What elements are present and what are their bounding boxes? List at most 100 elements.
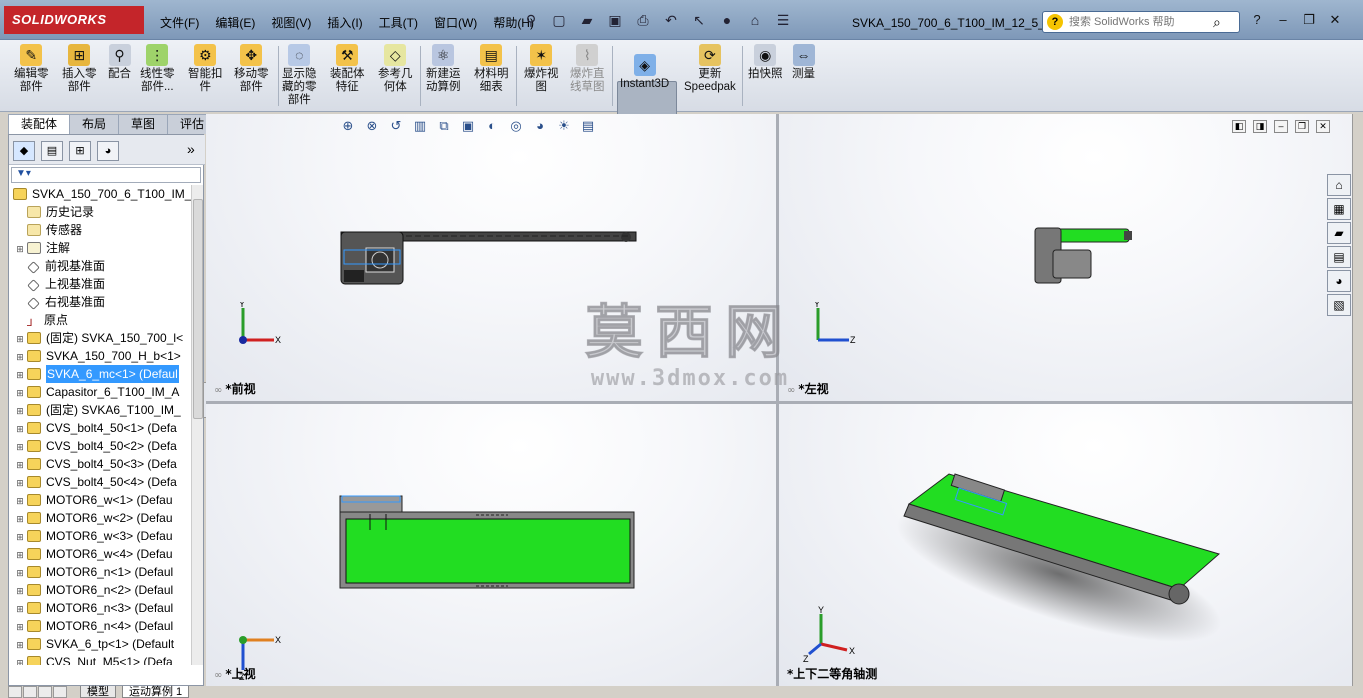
- tree-item[interactable]: ⊞ SVKA_6_mc<1> (Defaul: [9, 365, 191, 383]
- tree-item[interactable]: ⊞ MOTOR6_n<2> (Defaul: [9, 581, 191, 599]
- viewport-close-icon[interactable]: ✕: [1316, 120, 1330, 133]
- tree-item[interactable]: ⊞ MOTOR6_w<1> (Defau: [9, 491, 191, 509]
- view-settings-icon[interactable]: ▤: [580, 118, 596, 134]
- options-icon[interactable]: ☰: [772, 10, 794, 30]
- minimize-icon[interactable]: –: [1274, 12, 1292, 28]
- help-search-box[interactable]: ? ⌕: [1042, 11, 1240, 33]
- help-dropdown-icon[interactable]: ?: [1248, 12, 1266, 28]
- file-explorer-icon[interactable]: ▰: [1327, 222, 1351, 244]
- viewport-restore-icon[interactable]: ❐: [1295, 120, 1309, 133]
- prev-tab-icon[interactable]: [23, 686, 37, 698]
- cm-tab-2[interactable]: 草图: [118, 114, 169, 134]
- tree-item[interactable]: ⊞ MOTOR6_n<3> (Defaul: [9, 599, 191, 617]
- menu-edit[interactable]: 编辑(E): [207, 12, 263, 33]
- expand-icon[interactable]: ⊞: [15, 510, 25, 528]
- tree-item[interactable]: ⅃ 原点: [9, 311, 191, 329]
- search-input[interactable]: [1069, 16, 1209, 28]
- tree-item[interactable]: ⊞ CVS_bolt4_50<4> (Defa: [9, 473, 191, 491]
- file-properties-icon[interactable]: ⌂: [744, 10, 766, 30]
- tree-item[interactable]: ⊞ 注解: [9, 239, 191, 257]
- viewport-next-icon[interactable]: ◨: [1253, 120, 1267, 133]
- tree-filter[interactable]: ▼▾: [11, 167, 201, 183]
- cmd-button-2[interactable]: ⚲ 配合: [108, 44, 131, 81]
- view-orientation-icon[interactable]: ▣: [460, 118, 476, 134]
- viewport-minimize-icon[interactable]: –: [1274, 120, 1288, 133]
- viewport-front[interactable]: ∞ *前视 Y X: [206, 114, 776, 401]
- cm-tab-0[interactable]: 装配体: [8, 114, 71, 134]
- tree-item[interactable]: ⊞ Capasitor_6_T100_IM_A: [9, 383, 191, 401]
- new-document-icon[interactable]: ▢: [548, 10, 570, 30]
- undo-icon[interactable]: ↶: [660, 10, 682, 30]
- tree-item[interactable]: ⊞ MOTOR6_w<3> (Defau: [9, 527, 191, 545]
- previous-view-icon[interactable]: ↺: [388, 118, 404, 134]
- search-icon[interactable]: ⌕: [1213, 14, 1221, 31]
- expand-icon[interactable]: ⊞: [15, 564, 25, 582]
- tree-item[interactable]: 传感器: [9, 221, 191, 239]
- expand-icon[interactable]: ⊞: [15, 474, 25, 492]
- tree-item[interactable]: ⊞ MOTOR6_w<2> (Defau: [9, 509, 191, 527]
- tree-item[interactable]: ⊞ MOTOR6_n<4> (Defaul: [9, 617, 191, 635]
- expand-icon[interactable]: ⊞: [15, 654, 25, 665]
- cmd-button-8[interactable]: ◇ 参考几 何体: [378, 44, 413, 94]
- solidworks-logo[interactable]: SOLIDWORKS: [4, 6, 144, 34]
- tab-model[interactable]: 模型: [80, 686, 116, 698]
- cmd-button-4[interactable]: ⚙ 智能扣 件: [188, 44, 223, 94]
- tab-motion-study[interactable]: 运动算例 1: [122, 686, 190, 698]
- expand-icon[interactable]: ⊞: [15, 384, 25, 402]
- feature-manager-tab-icon[interactable]: ◆: [13, 141, 35, 161]
- cmd-button-5[interactable]: ✥ 移动零 部件: [234, 44, 269, 94]
- dynamic-annotation-icon[interactable]: ⧉: [436, 118, 452, 134]
- tree-item[interactable]: ⊞ SVKA_6_tp<1> (Default: [9, 635, 191, 653]
- cmd-button-10[interactable]: ▤ 材料明 细表: [474, 44, 509, 94]
- pin-icon[interactable]: ⚲: [520, 10, 542, 30]
- cmd-button-12[interactable]: ⌇ 爆炸直 线草图: [570, 44, 605, 94]
- cmd-button-11[interactable]: ✶ 爆炸视 图: [524, 44, 559, 94]
- last-tab-icon[interactable]: [53, 686, 67, 698]
- menu-insert[interactable]: 插入(I): [319, 12, 370, 33]
- viewport-isometric[interactable]: *上下二等角轴测 Y X Z: [779, 404, 1352, 686]
- expand-icon[interactable]: ⊞: [15, 600, 25, 618]
- apply-scene-icon[interactable]: ☀: [556, 118, 572, 134]
- next-tab-icon[interactable]: [38, 686, 52, 698]
- tree-item[interactable]: ⊞ CVS_bolt4_50<1> (Defa: [9, 419, 191, 437]
- cmd-button-16[interactable]: ⇔ 测量: [792, 44, 815, 81]
- first-tab-icon[interactable]: [8, 686, 22, 698]
- expand-icon[interactable]: ⊞: [15, 420, 25, 438]
- print-icon[interactable]: ⎙: [632, 10, 654, 30]
- expand-icon[interactable]: ⊞: [15, 330, 25, 348]
- expand-icon[interactable]: ⊞: [15, 366, 25, 384]
- expand-icon[interactable]: ⊞: [15, 348, 25, 366]
- custom-properties-icon[interactable]: ▧: [1327, 294, 1351, 316]
- viewport-left[interactable]: ∞ *左视 Y Z: [779, 114, 1352, 401]
- cmd-button-1[interactable]: ⊞ 插入零 部件: [62, 44, 97, 94]
- zoom-to-area-icon[interactable]: ⊗: [364, 118, 380, 134]
- tree-item[interactable]: 前视基准面: [9, 257, 191, 275]
- tree-item[interactable]: 右视基准面: [9, 293, 191, 311]
- viewport-top[interactable]: ∞ *上视 X Z: [206, 404, 776, 686]
- expand-icon[interactable]: ⊞: [15, 636, 25, 654]
- solidworks-resources-icon[interactable]: ⌂: [1327, 174, 1351, 196]
- cmd-button-9[interactable]: ⚛ 新建运 动算例: [426, 44, 461, 94]
- viewport-prev-icon[interactable]: ◧: [1232, 120, 1246, 133]
- section-view-icon[interactable]: ▥: [412, 118, 428, 134]
- tree-item[interactable]: ⊞ CVS_bolt4_50<3> (Defa: [9, 455, 191, 473]
- scrollbar-thumb[interactable]: [193, 199, 203, 419]
- expand-panel-icon[interactable]: »: [187, 141, 195, 157]
- expand-icon[interactable]: ⊞: [15, 582, 25, 600]
- cmd-button-14[interactable]: ⟳ 更新 Speedpak: [684, 44, 736, 94]
- save-icon[interactable]: ▣: [604, 10, 626, 30]
- tree-item[interactable]: ⊞ CVS_bolt4_50<2> (Defa: [9, 437, 191, 455]
- expand-icon[interactable]: ⊞: [15, 438, 25, 456]
- expand-icon[interactable]: ⊞: [15, 546, 25, 564]
- tree-scrollbar[interactable]: [191, 185, 203, 665]
- tree-item[interactable]: ⊞ MOTOR6_n<1> (Defaul: [9, 563, 191, 581]
- cmd-button-15[interactable]: ◉ 拍快照: [748, 44, 783, 81]
- close-icon[interactable]: ✕: [1326, 12, 1344, 28]
- display-style-icon[interactable]: ◐: [484, 118, 500, 134]
- design-library-icon[interactable]: ▦: [1327, 198, 1351, 220]
- cmd-button-0[interactable]: ✎ 编辑零 部件: [14, 44, 49, 94]
- menu-tools[interactable]: 工具(T): [371, 12, 426, 33]
- menu-window[interactable]: 窗口(W): [426, 12, 485, 33]
- tree-item[interactable]: 历史记录: [9, 203, 191, 221]
- rebuild-traffic-light-icon[interactable]: ●: [716, 10, 738, 30]
